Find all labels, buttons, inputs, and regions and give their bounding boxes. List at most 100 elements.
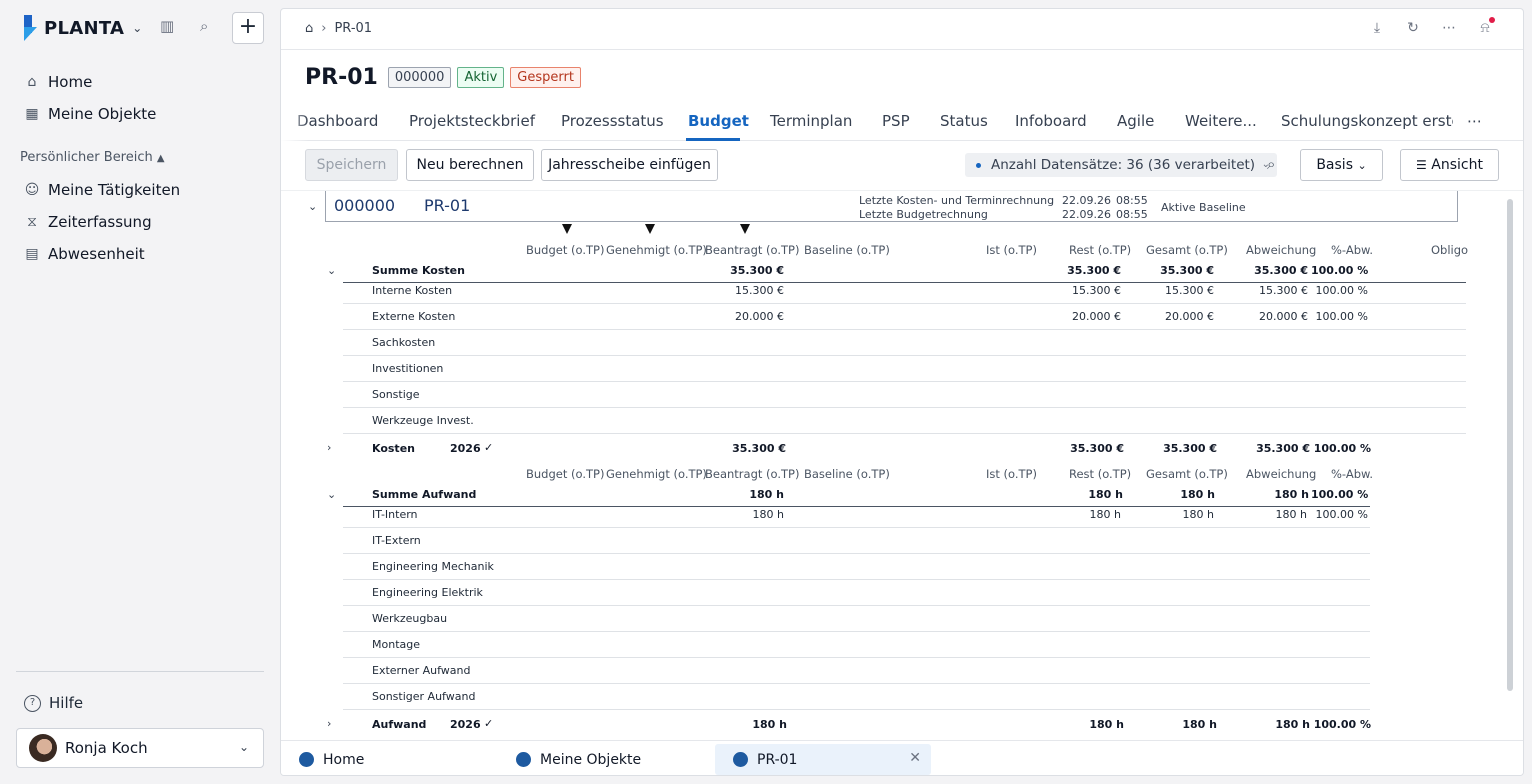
col-budget: Budget (o.TP) [526,467,605,481]
expand-effort-year-toggle[interactable]: › [327,717,331,730]
col-pct-abw: %-Abw. [1331,243,1373,257]
effort-year-gesamt: 180 h [1182,718,1217,731]
collapse-costs-toggle[interactable]: ⌄ [327,264,336,277]
filter-marker-genehmigt[interactable] [645,224,655,234]
recalculate-button[interactable]: Neu berechnen [406,149,534,181]
more-icon[interactable]: ⋯ [1431,20,1467,36]
open-tab-pr-01[interactable]: PR-01 ✕ [715,744,931,775]
planta-logo [22,15,40,41]
effort-row-label: Sonstiger Aufwand [372,690,476,703]
avatar [29,734,57,762]
hourglass-icon: ⧖ [27,214,37,230]
open-tab-home[interactable]: Home [281,744,491,775]
row-divider [343,657,1370,658]
cost-row-label: Externe Kosten [372,310,456,323]
tab-scroll-fade [281,107,309,141]
page-title: PR-01 [305,65,378,90]
sum-costs-gesamt: 35.300 € [1160,264,1214,277]
costs-year-label: Kosten [372,442,415,455]
tab-agile[interactable]: Agile [1117,112,1154,130]
filter-marker-beantragt[interactable] [740,224,750,234]
check-icon: ✓ [484,717,494,730]
search-icon[interactable]: ⌕ [200,17,208,35]
sidebar: PLANTA ⌄ ▥ ⌕ + ⌂ Home ▦ Meine Objekte Pe… [0,0,280,784]
open-tab-label: PR-01 [757,751,798,768]
cost-row-label: Investitionen [372,362,444,375]
more-tabs-icon[interactable]: ⋯ [1467,112,1482,130]
vertical-scrollbar[interactable] [1507,199,1513,691]
tab-weitere[interactable]: Weitere... [1185,112,1257,130]
cost-row-pct: 100.00 % [1315,310,1368,323]
user-name: Ronja Koch [65,739,148,757]
tab-prozessstatus[interactable]: Prozessstatus [561,112,664,130]
basis-dropdown[interactable]: Basis ⌄ [1300,149,1383,181]
add-button[interactable]: + [232,12,264,44]
collapse-project-toggle[interactable]: ⌄ [308,200,317,213]
col-gesamt: Gesamt (o.TP) [1146,467,1228,481]
nav-abwesenheit[interactable]: ▤ Abwesenheit [24,242,144,266]
tab-status[interactable]: Status [940,112,988,130]
effort-row-abw: 180 h [1275,508,1307,521]
sliders-icon: ☰ [1416,158,1427,172]
sum-costs-beantragt: 35.300 € [730,264,784,277]
sum-effort-label: Summe Aufwand [372,488,477,501]
project-summary-box: 000000 PR-01 Letzte Kosten- und Terminre… [325,191,1458,222]
help-link[interactable]: ? Hilfe [24,694,83,712]
project-header: PR-01 000000 Aktiv Gesperrt [305,65,587,90]
download-icon[interactable]: ⤓ [1359,20,1395,36]
effort-year-beantragt: 180 h [752,718,787,731]
col-ist: Ist (o.TP) [986,243,1037,257]
tab-budget[interactable]: Budget [688,112,749,130]
sidebar-toggle-icon[interactable]: ▥ [160,17,174,35]
last-budget-calc-label: Letzte Budgetrechnung [859,208,988,221]
refresh-icon[interactable]: ↻ [1395,20,1431,36]
tab-terminplan[interactable]: Terminplan [770,112,852,130]
row-divider [343,579,1370,580]
toolbar: Speichern Neu berechnen Jahresscheibe ei… [281,141,1523,191]
row-divider [343,329,1466,330]
chevron-right-icon: › [321,21,327,36]
save-button[interactable]: Speichern [305,149,398,181]
bell-icon[interactable]: ⍾ [1467,17,1503,36]
tab-schulungskonzept[interactable]: Schulungskonzept erstel [1281,112,1453,130]
effort-row-label: IT-Extern [372,534,421,547]
view-button[interactable]: ☰ Ansicht [1400,149,1499,181]
tab-infoboard[interactable]: Infoboard [1015,112,1087,130]
app-switcher[interactable]: PLANTA ⌄ [22,14,142,42]
home-icon[interactable]: ⌂ [305,21,313,36]
record-count-dropdown[interactable]: Anzahl Datensätze: 36 (36 verarbeitet) ⌄ [965,153,1278,177]
section-personal[interactable]: Persönlicher Bereich ▲ [20,150,165,165]
status-badge: Aktiv [457,67,505,88]
nav-taetigkeiten[interactable]: ☺ Meine Tätigkeiten [24,178,181,202]
last-budget-calc-date: 22.09.26 [1062,208,1111,221]
top-actions: ⤓ ↻ ⋯ ⍾ [1359,17,1503,36]
cost-row-gesamt: 20.000 € [1165,310,1214,323]
cost-row-label: Interne Kosten [372,284,453,297]
notification-dot [1489,17,1495,23]
breadcrumb: ⌂ › PR-01 [305,21,372,36]
filter-marker-budget[interactable] [562,224,572,234]
effort-row-rest: 180 h [1089,508,1121,521]
close-icon[interactable]: ✕ [909,750,921,766]
cost-row-pct: 100.00 % [1315,284,1368,297]
nav-taetigkeiten-label: Meine Tätigkeiten [48,181,181,199]
cost-row-rest: 15.300 € [1072,284,1121,297]
open-tab-meine-objekte[interactable]: Meine Objekte [498,744,708,775]
search-icon[interactable]: ⌕ [1267,155,1275,173]
nav-home[interactable]: ⌂ Home [24,70,93,94]
sum-effort-rest: 180 h [1088,488,1123,501]
collapse-effort-toggle[interactable]: ⌄ [327,488,336,501]
effort-row-label: Engineering Elektrik [372,586,483,599]
expand-costs-year-toggle[interactable]: › [327,441,331,454]
sum-costs-label: Summe Kosten [372,264,465,277]
last-cost-calc-time: 08:55 [1116,194,1148,207]
nav-meine-objekte[interactable]: ▦ Meine Objekte [24,102,156,126]
insert-year-button[interactable]: Jahresscheibe einfügen [541,149,718,181]
tab-projektsteckbrief[interactable]: Projektsteckbrief [409,112,535,130]
breadcrumb-current[interactable]: PR-01 [334,21,372,36]
nav-zeiterfassung[interactable]: ⧖ Zeiterfassung [24,210,152,234]
user-menu[interactable]: Ronja Koch ⌄ [16,728,264,768]
tab-psp[interactable]: PSP [882,112,910,130]
grid-icon: ▦ [25,106,39,122]
tab-dashboard[interactable]: Dashboard [297,112,378,130]
